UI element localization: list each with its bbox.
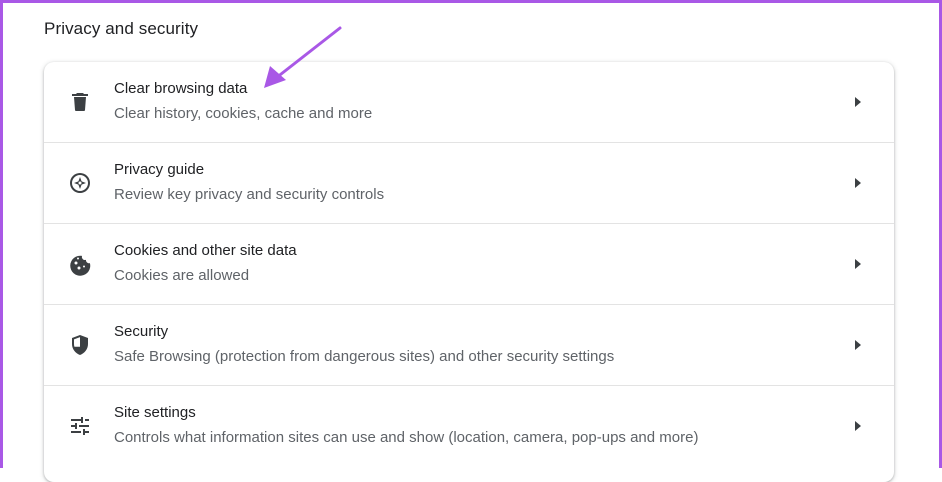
section-title: Privacy and security: [44, 19, 199, 38]
annotation-arrow-icon: [264, 26, 342, 88]
cookies-row[interactable]: Cookies and other site data Cookies are …: [44, 224, 894, 305]
clear-browsing-data-row[interactable]: Clear browsing data Clear history, cooki…: [44, 62, 894, 143]
chevron-right-icon: [852, 257, 864, 271]
privacy-settings-card: Clear browsing data Clear history, cooki…: [44, 62, 894, 482]
chevron-right-icon: [852, 338, 864, 352]
row-title: Clear browsing data: [114, 80, 248, 97]
security-row[interactable]: Security Safe Browsing (protection from …: [44, 305, 894, 386]
row-title: Privacy guide: [114, 161, 205, 178]
row-title: Site settings: [114, 404, 196, 421]
row-title: Security: [114, 323, 169, 340]
site-settings-row[interactable]: Site settings Controls what information …: [44, 386, 894, 466]
cookie-icon: [68, 252, 92, 276]
row-subtitle: Controls what information sites can use …: [114, 429, 699, 446]
trash-icon: [68, 90, 92, 114]
chevron-right-icon: [852, 95, 864, 109]
compass-icon: [68, 171, 92, 195]
chevron-right-icon: [852, 176, 864, 190]
row-subtitle: Clear history, cookies, cache and more: [114, 105, 373, 122]
row-subtitle: Safe Browsing (protection from dangerous…: [114, 348, 615, 365]
sliders-icon: [68, 414, 92, 438]
row-subtitle: Review key privacy and security controls: [114, 186, 385, 203]
row-title: Cookies and other site data: [114, 242, 297, 259]
row-subtitle: Cookies are allowed: [114, 267, 250, 284]
chevron-right-icon: [852, 419, 864, 433]
shield-icon: [68, 333, 92, 357]
privacy-guide-row[interactable]: Privacy guide Review key privacy and sec…: [44, 143, 894, 224]
